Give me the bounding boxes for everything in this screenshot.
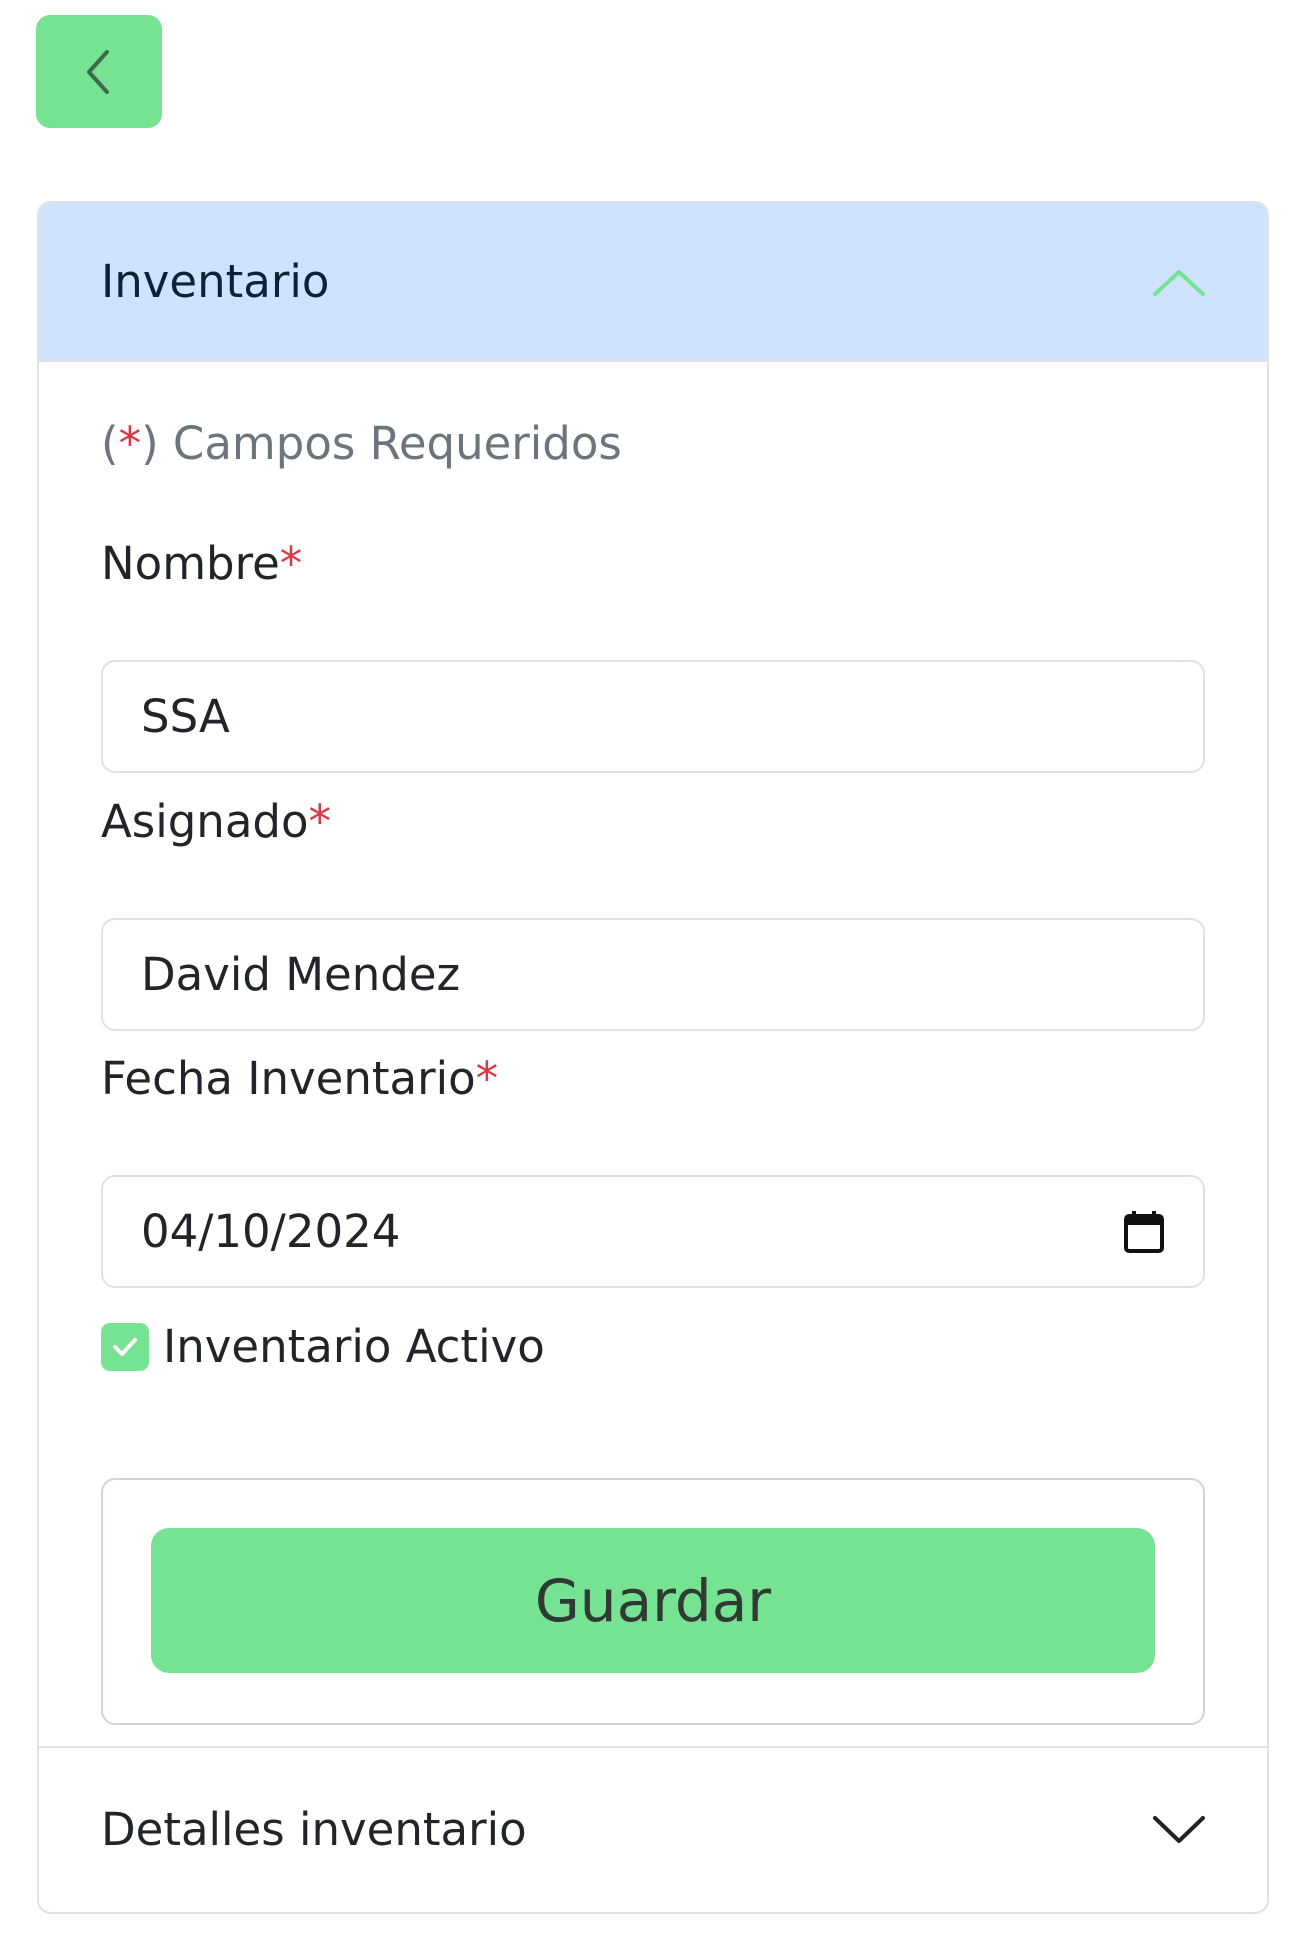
details-section-title: Detalles inventario xyxy=(101,1802,527,1856)
fecha-inventario-input[interactable]: 04/10/2024 xyxy=(101,1175,1205,1288)
back-button[interactable] xyxy=(36,15,162,128)
required-fields-note: (*) Campos Requeridos xyxy=(101,417,622,470)
fecha-inventario-value: 04/10/2024 xyxy=(141,1205,401,1258)
inventario-activo-row: Inventario Activo xyxy=(101,1320,545,1373)
accordion: Inventario (*) Campos Requeridos Nombre*… xyxy=(37,201,1269,1914)
chevron-left-icon xyxy=(87,49,109,94)
checkmark-icon xyxy=(113,1337,137,1356)
chevron-up-icon xyxy=(1153,269,1205,296)
calendar-icon[interactable] xyxy=(1123,1210,1165,1254)
inventario-activo-checkbox[interactable] xyxy=(101,1322,149,1371)
nombre-label: Nombre* xyxy=(101,537,303,590)
save-button[interactable]: Guardar xyxy=(151,1528,1155,1673)
chevron-down-icon xyxy=(1153,1816,1205,1843)
required-star: * xyxy=(118,417,142,470)
accordion-header-inventario[interactable]: Inventario xyxy=(39,203,1267,362)
required-star: * xyxy=(475,1052,499,1105)
fecha-inventario-label: Fecha Inventario* xyxy=(101,1052,499,1105)
section-title: Inventario xyxy=(101,255,330,308)
nombre-value: SSA xyxy=(141,690,230,743)
nombre-input[interactable]: SSA xyxy=(101,660,1205,773)
required-star: * xyxy=(279,537,303,590)
accordion-body-inventario: (*) Campos Requeridos Nombre* SSA Asigna… xyxy=(39,362,1267,1748)
asignado-label: Asignado* xyxy=(101,795,331,848)
required-star: * xyxy=(308,795,332,848)
asignado-value: David Mendez xyxy=(141,948,461,1001)
inventario-activo-label[interactable]: Inventario Activo xyxy=(163,1320,545,1373)
accordion-header-detalles[interactable]: Detalles inventario xyxy=(39,1748,1267,1910)
asignado-input[interactable]: David Mendez xyxy=(101,918,1205,1031)
save-panel: Guardar xyxy=(101,1478,1205,1725)
